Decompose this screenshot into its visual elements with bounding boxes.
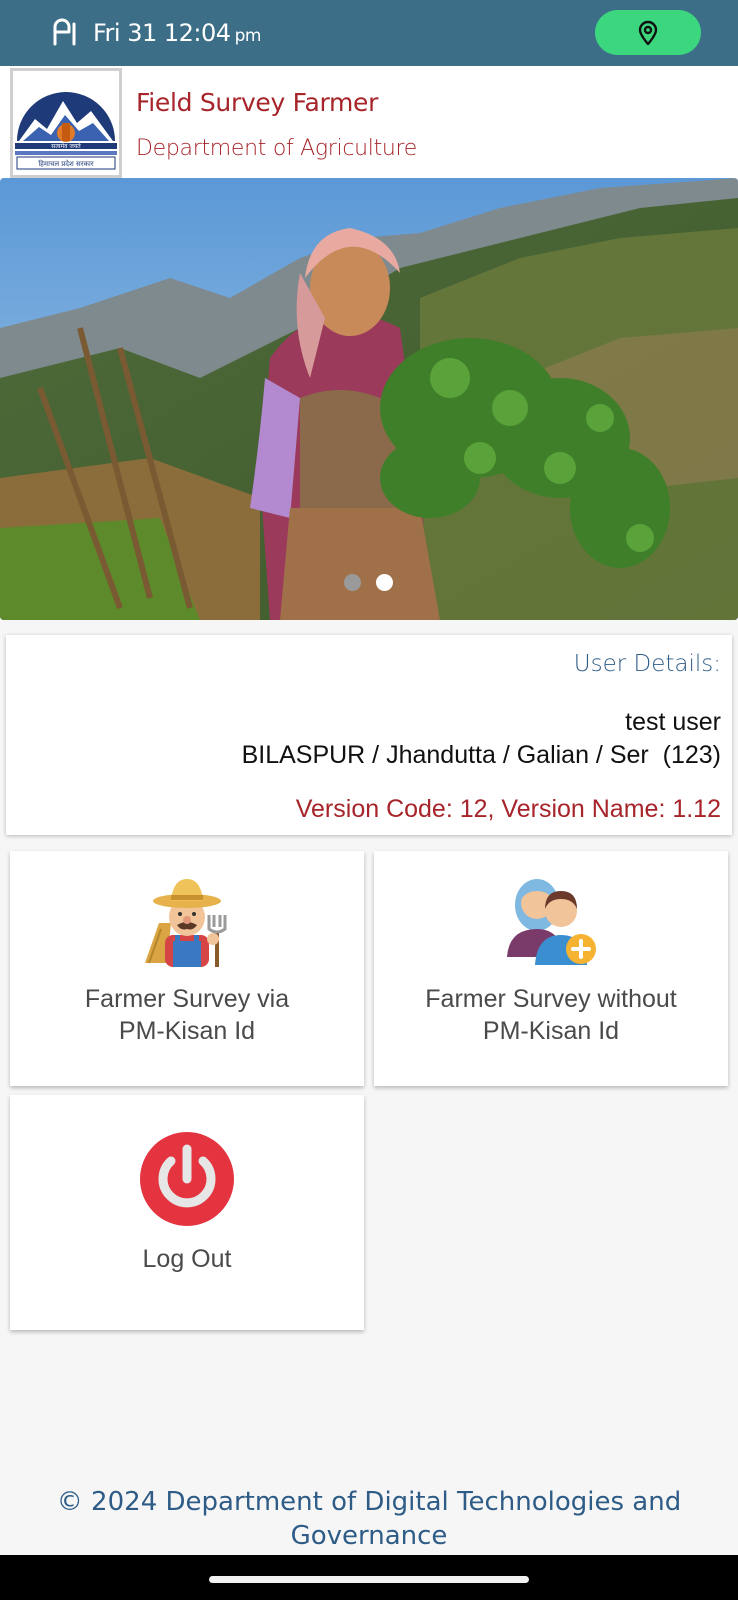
- power-icon: [140, 1132, 234, 1226]
- farmer-survey-pmkisan-button[interactable]: Farmer Survey via PM-Kisan Id: [10, 851, 364, 1086]
- banner-carousel[interactable]: [0, 178, 738, 620]
- status-ampm: pm: [234, 26, 262, 46]
- svg-text:सत्यमेव जयते: सत्यमेव जयते: [51, 142, 81, 150]
- tile-label: Log Out: [142, 1245, 232, 1273]
- tile-label-line2: PM-Kisan Id: [482, 1017, 620, 1045]
- footer-copyright: © 2024 Department of Digital Technologie…: [0, 1485, 738, 1553]
- user-name: test user: [625, 708, 721, 736]
- tile-label-line2: PM-Kisan Id: [118, 1017, 256, 1045]
- app-version: Version Code: 12, Version Name: 1.12: [295, 795, 721, 823]
- tile-label-line1: Farmer Survey without: [425, 985, 677, 1013]
- logout-button[interactable]: Log Out: [10, 1095, 364, 1330]
- app-subtitle: Department of Agriculture: [136, 136, 418, 161]
- app-header: सत्यमेव जयते हिमाचल प्रदेश सरकार Field S…: [0, 66, 738, 178]
- home-gesture-handle[interactable]: [209, 1576, 529, 1583]
- footer-line1: © 2024 Department of Digital Technologie…: [56, 1487, 682, 1517]
- carousel-dot-1[interactable]: [344, 574, 361, 591]
- status-time: Fri 31 12:04 pm: [93, 19, 261, 47]
- himachal-pradesh-emblem-icon: सत्यमेव जयते हिमाचल प्रदेश सरकार: [10, 68, 122, 178]
- location-pin-icon: [638, 20, 658, 45]
- status-bar: Fri 31 12:04 pm: [0, 0, 738, 66]
- add-user-icon: [507, 879, 596, 965]
- location-indicator[interactable]: [595, 10, 701, 55]
- footer-line2: Governance: [290, 1521, 448, 1551]
- app-title: Field Survey Farmer: [136, 88, 379, 117]
- user-details-card: User Details: test user BILASPUR / Jhand…: [6, 635, 732, 835]
- cellular-signal-icon: [53, 18, 76, 46]
- carousel-dot-2[interactable]: [376, 574, 393, 591]
- status-time-text: Fri 31 12:04: [93, 19, 231, 47]
- user-location: BILASPUR / Jhandutta / Galian / Ser (123…: [241, 741, 721, 769]
- farmer-icon: [145, 879, 227, 967]
- svg-text:हिमाचल प्रदेश सरकार: हिमाचल प्रदेश सरकार: [38, 159, 93, 168]
- tile-label-line1: Farmer Survey via: [84, 985, 290, 1013]
- user-details-label: User Details:: [573, 651, 721, 677]
- farmer-woman-photo: [0, 178, 738, 620]
- farmer-survey-without-pmkisan-button[interactable]: Farmer Survey without PM-Kisan Id: [374, 851, 728, 1086]
- system-navigation-bar: [0, 1555, 738, 1600]
